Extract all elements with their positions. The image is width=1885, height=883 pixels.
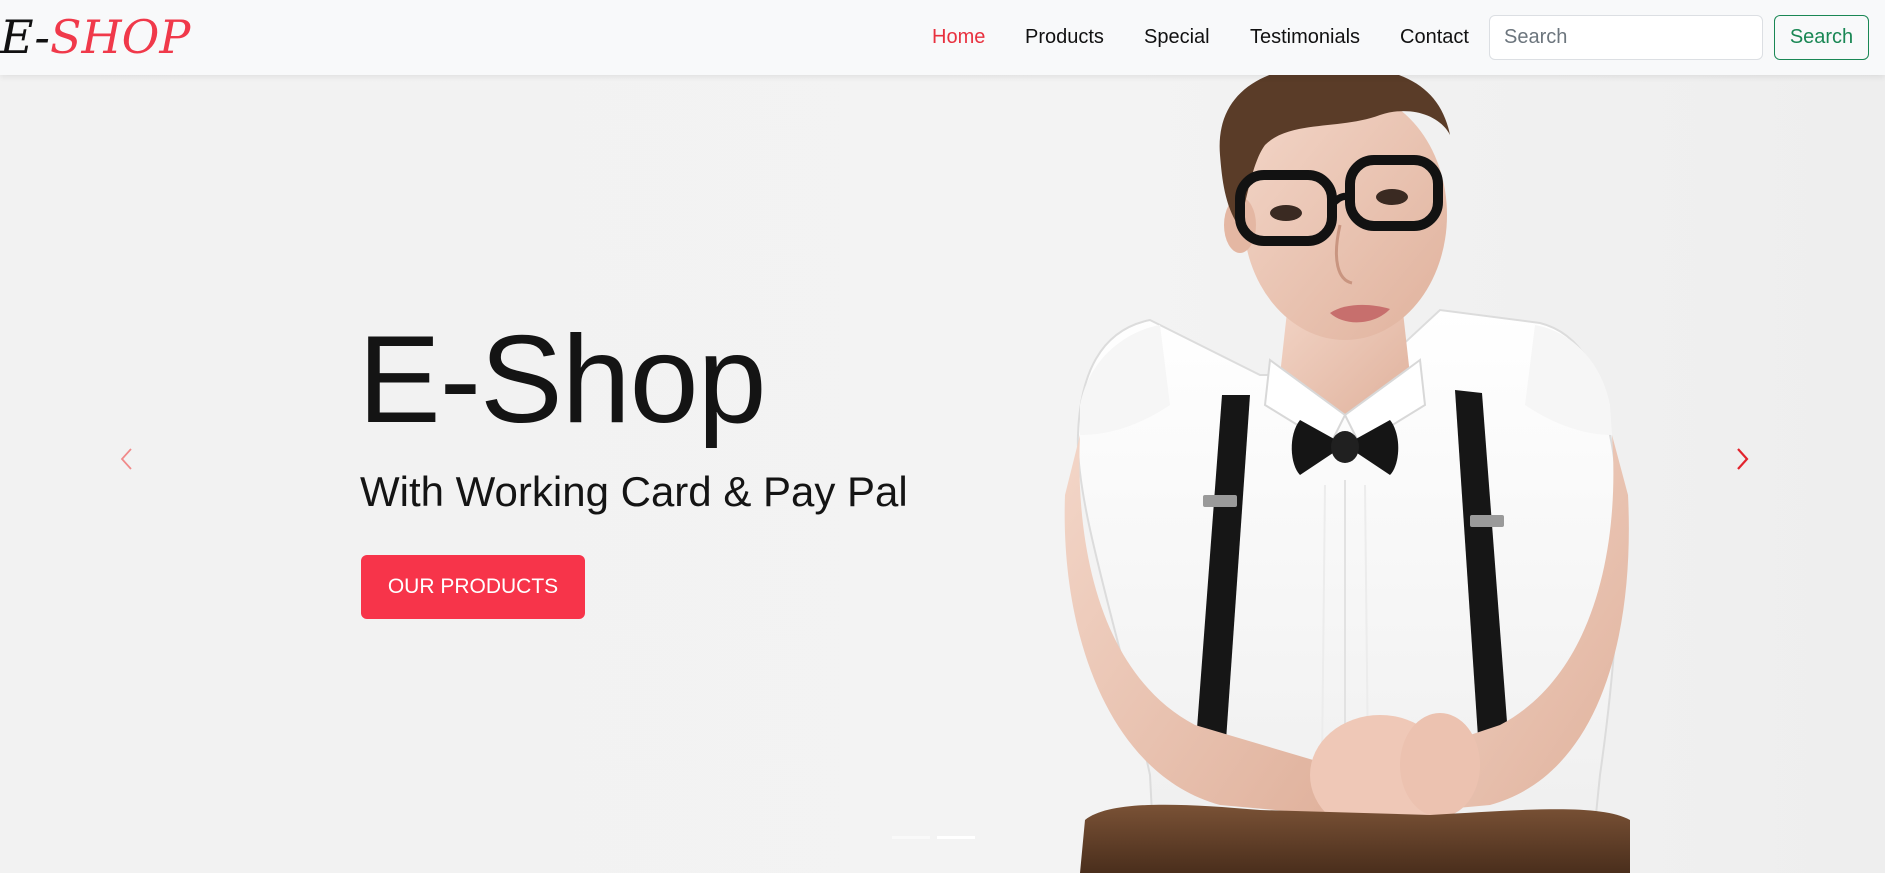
chevron-left-icon [120, 448, 132, 470]
hero-title: E-Shop [358, 311, 767, 449]
nav-item-home[interactable]: Home [932, 24, 985, 50]
search-input[interactable] [1489, 15, 1763, 60]
hero-subtitle: With Working Card & Pay Pal [360, 468, 908, 515]
search-button[interactable]: Search [1774, 15, 1869, 60]
brand-logo-name: SHOP [49, 10, 191, 64]
hero-carousel: E-Shop With Working Card & Pay Pal OUR P… [0, 75, 1885, 873]
nav-item-contact[interactable]: Contact [1400, 24, 1469, 50]
nav-item-testimonials[interactable]: Testimonials [1250, 24, 1360, 50]
brand-logo-prefix: E- [0, 10, 50, 64]
chevron-right-icon [1737, 448, 1749, 470]
our-products-button[interactable]: OUR PRODUCTS [361, 555, 585, 619]
carousel-indicator-2[interactable] [937, 836, 975, 839]
carousel-indicator-1[interactable] [892, 836, 930, 839]
nav-item-special[interactable]: Special [1144, 24, 1210, 50]
hero-model-photo [0, 75, 1885, 873]
brand-logo[interactable]: E-SHOP [0, 6, 190, 68]
nav-item-products[interactable]: Products [1025, 24, 1104, 50]
navbar: E-SHOP Home Products Special Testimonial… [0, 0, 1885, 75]
carousel-prev-button[interactable] [113, 445, 141, 473]
carousel-next-button[interactable] [1728, 445, 1756, 473]
